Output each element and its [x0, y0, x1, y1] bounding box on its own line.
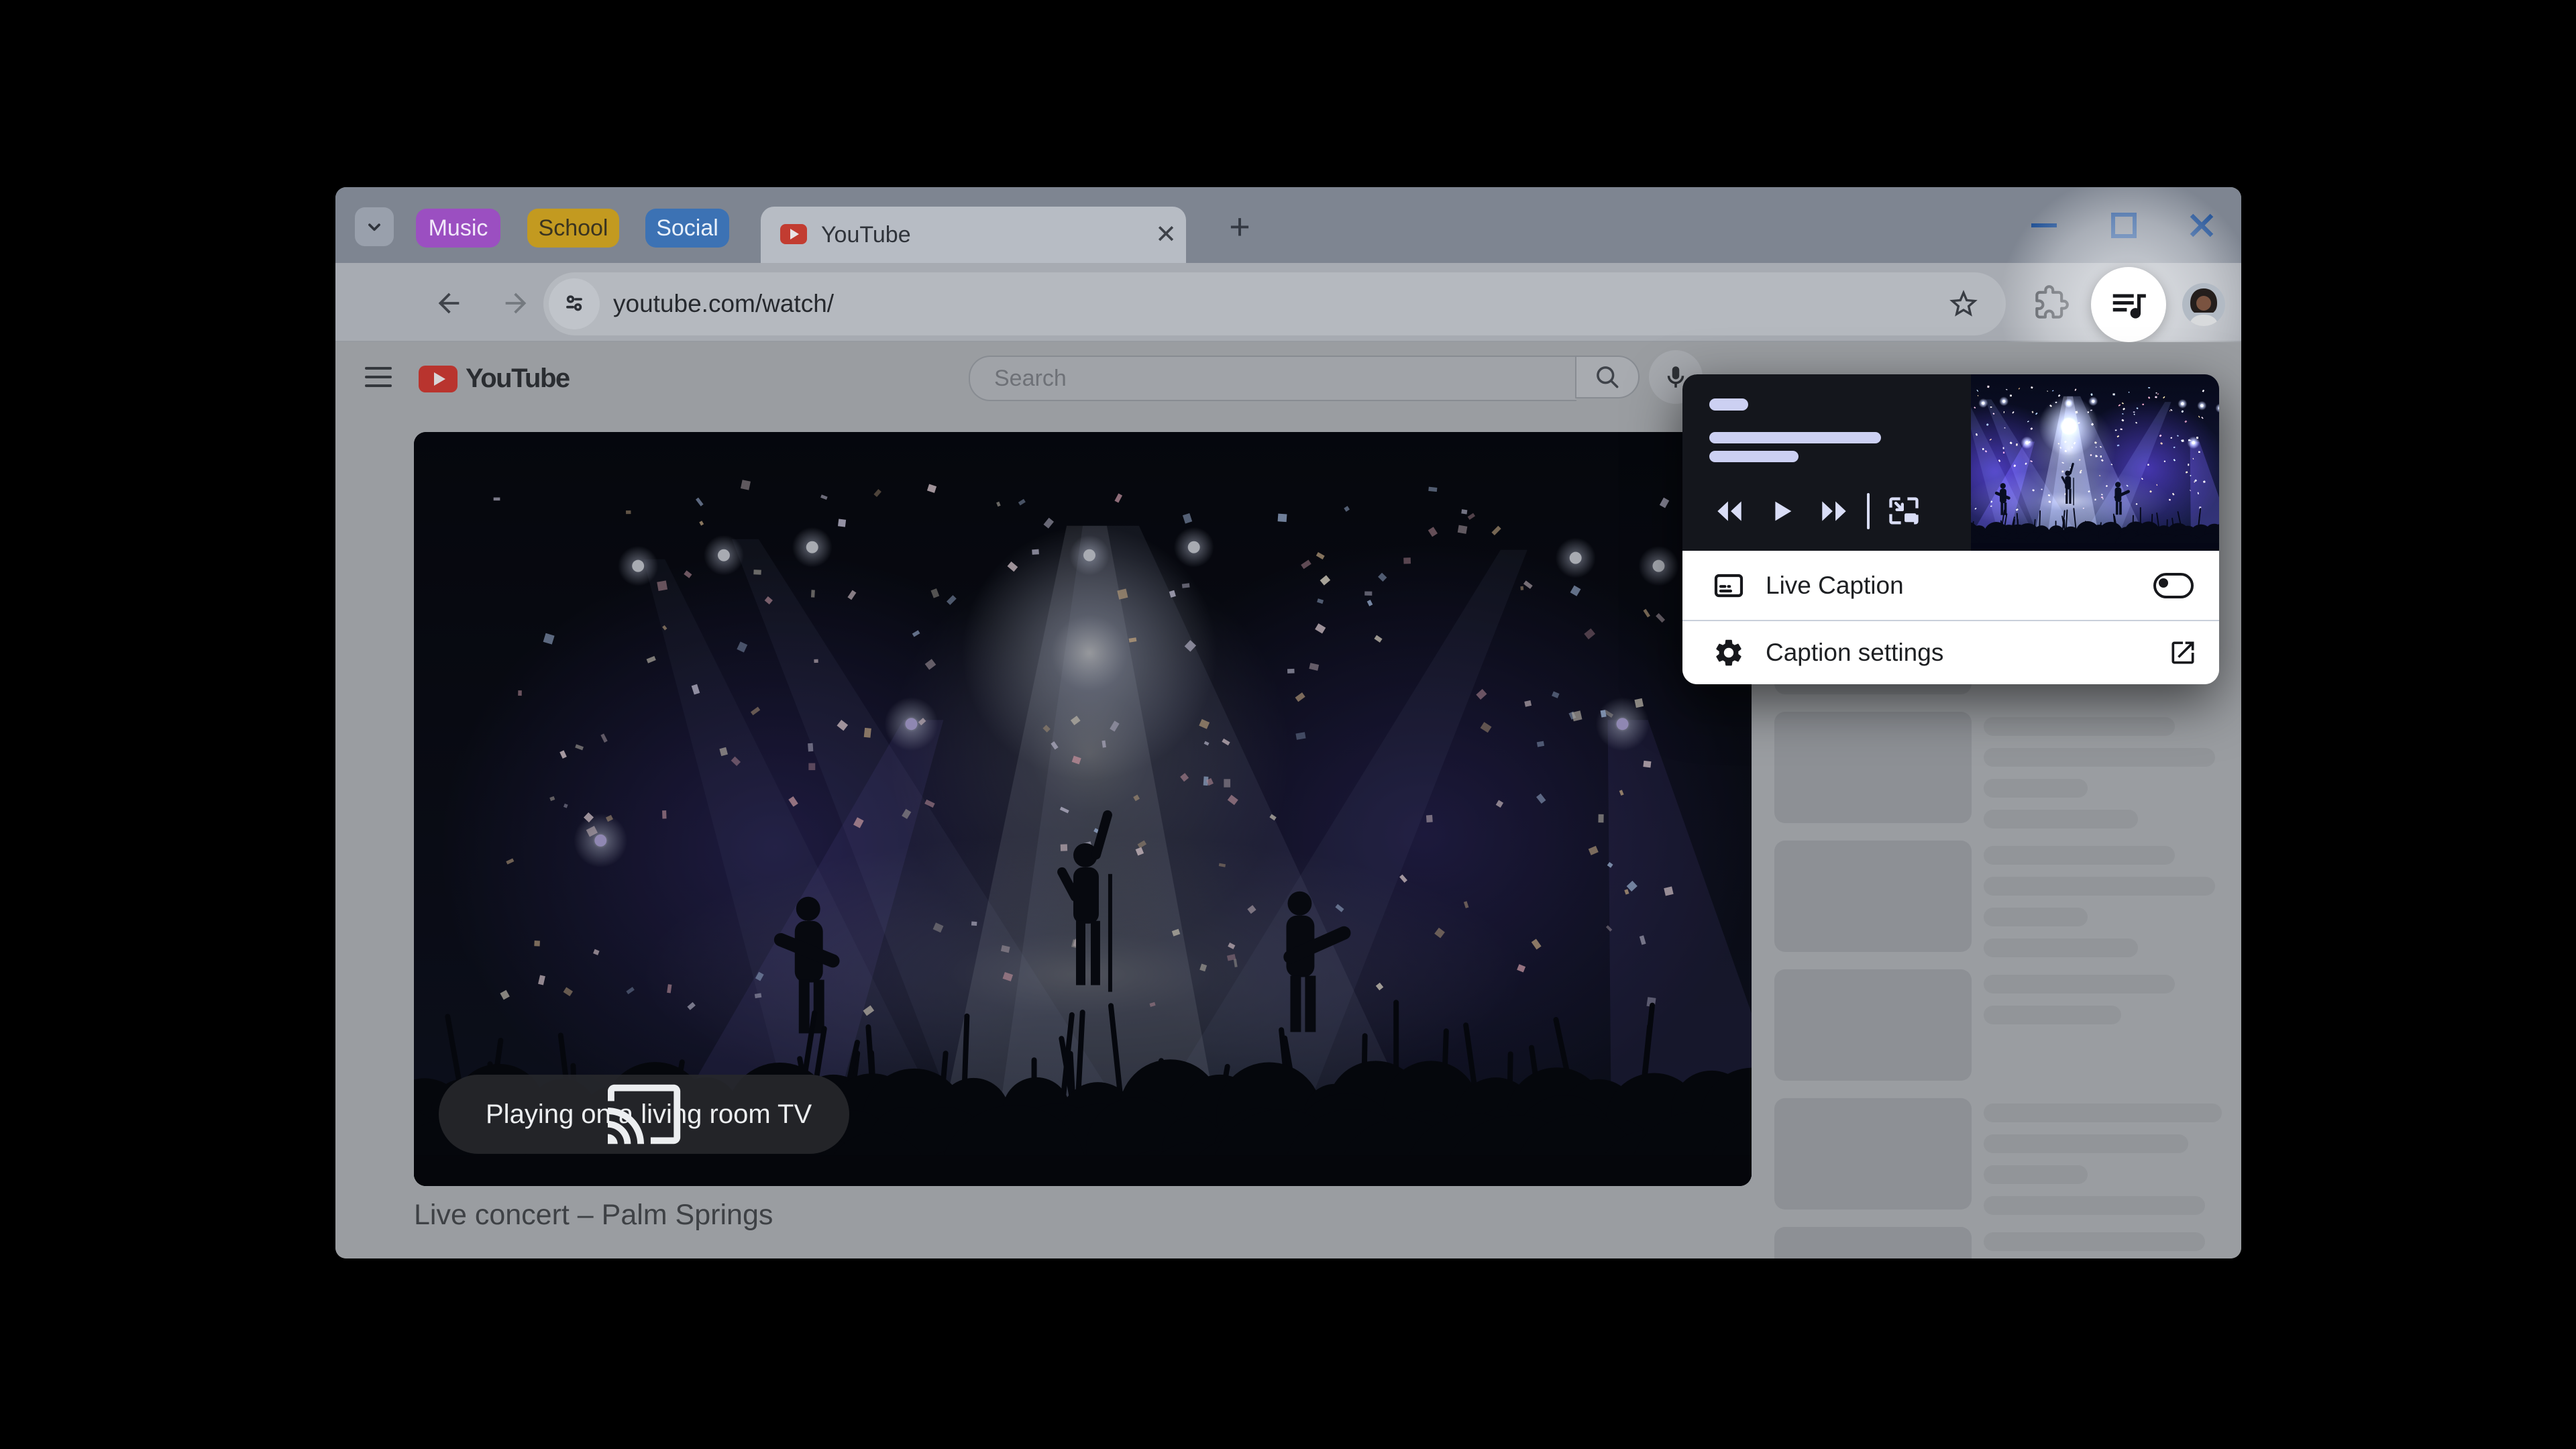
next-track-button[interactable] [1816, 493, 1852, 529]
tab-group-chip-music[interactable]: Music [416, 209, 500, 248]
tune-icon [566, 295, 582, 311]
active-tab[interactable]: YouTube ✕ [761, 207, 1186, 263]
suggested-video-skeleton [1774, 969, 2236, 1081]
tab-close-button[interactable]: ✕ [1154, 222, 1178, 248]
youtube-logo-icon [419, 365, 458, 392]
now-playing-thumbnail [1971, 374, 2219, 551]
puzzle-icon [2035, 285, 2069, 319]
skeleton-text-line [1984, 938, 2138, 957]
picture-in-picture-button[interactable] [1886, 493, 1922, 529]
menu-button[interactable] [365, 362, 394, 392]
profile-avatar[interactable] [2182, 283, 2225, 326]
youtube-wordmark: YouTube [466, 364, 570, 393]
skeleton-thumbnail [1774, 841, 1972, 952]
live-caption-row[interactable]: Live Caption [1682, 551, 2219, 620]
tab-group-chip-social[interactable]: Social [645, 209, 729, 248]
close-window-button[interactable] [2175, 187, 2229, 263]
desktop-background: Music School Social YouTube ✕ + youtube.… [0, 0, 2576, 1449]
skeleton-thumbnail [1774, 1227, 1972, 1258]
maximize-icon [2111, 212, 2137, 238]
track-text-skeleton-pill [1709, 432, 1881, 443]
cast-status-pill: Playing on a living room TV [439, 1075, 850, 1154]
toggle-knob [2159, 578, 2168, 588]
search-icon [1597, 366, 1619, 388]
browser-window: Music School Social YouTube ✕ + youtube.… [335, 187, 2241, 1258]
open-in-new-icon [2171, 641, 2194, 664]
caption-settings-row[interactable]: Caption settings [1682, 621, 2219, 684]
skeleton-text-line [1984, 846, 2175, 865]
suggested-video-skeleton [1774, 841, 2236, 957]
player-dim-overlay [414, 432, 1752, 1186]
skeleton-text-line [1984, 908, 2088, 926]
url-bar[interactable]: youtube.com/watch/ [543, 272, 2006, 335]
skeleton-text-line [1984, 1232, 2205, 1251]
play-button[interactable] [1764, 493, 1800, 529]
tab-search-button[interactable] [355, 207, 394, 246]
new-tab-button[interactable]: + [1222, 209, 1257, 246]
track-text-skeleton-pill [1709, 451, 1799, 462]
media-controls-button[interactable] [2091, 267, 2166, 342]
star-icon [1949, 290, 1978, 317]
youtube-favicon-icon [780, 224, 807, 244]
minimize-button[interactable] [2017, 187, 2071, 263]
rewind-icon [1717, 501, 1741, 521]
youtube-logo[interactable]: YouTube [419, 364, 570, 394]
skeleton-text-line [1984, 717, 2175, 736]
now-playing-card [1682, 374, 2219, 551]
video-title: Live concert – Palm Springs [414, 1199, 773, 1231]
search-button[interactable] [1575, 356, 1640, 398]
skeleton-text-line [1984, 1165, 2088, 1184]
site-settings-button[interactable] [549, 278, 600, 329]
forward-button[interactable] [500, 288, 531, 319]
fast-forward-icon [1822, 501, 1846, 521]
skeleton-text-line [1984, 975, 2175, 994]
video-player[interactable]: Playing on a living room TV [414, 432, 1752, 1186]
tab-group-chip-school[interactable]: School [527, 209, 619, 248]
picture-in-picture-icon [1889, 497, 1919, 525]
extensions-button[interactable] [2034, 285, 2069, 320]
skeleton-text-line [1984, 748, 2215, 767]
back-button[interactable] [433, 288, 464, 319]
skeleton-text-line [1984, 779, 2088, 798]
skeleton-thumbnail [1774, 1098, 1972, 1210]
tab-title: YouTube [821, 221, 911, 248]
skeleton-thumbnail [1774, 969, 1972, 1081]
gear-icon [1716, 639, 1741, 666]
avatar-image [2182, 283, 2225, 326]
live-caption-toggle[interactable] [2153, 572, 2194, 598]
skeleton-text-line [1984, 1196, 2205, 1215]
skeleton-text-line [1984, 1006, 2121, 1024]
suggested-video-skeleton [1774, 712, 2236, 828]
live-caption-label: Live Caption [1766, 571, 1904, 599]
skeleton-text-line [1984, 810, 2138, 828]
back-arrow-icon [438, 292, 460, 314]
bookmark-button[interactable] [1947, 287, 1980, 321]
track-text-skeleton-pill [1709, 398, 1748, 411]
live-caption-icon [1714, 574, 1743, 597]
maximize-button[interactable] [2097, 187, 2151, 263]
url-text: youtube.com/watch/ [613, 290, 835, 317]
controls-divider [1867, 493, 1870, 529]
skeleton-text-line [1984, 1134, 2188, 1153]
previous-track-button[interactable] [1711, 493, 1748, 529]
play-icon [1775, 501, 1792, 521]
tab-strip: Music School Social YouTube ✕ + [335, 187, 2241, 263]
caption-settings-label: Caption settings [1766, 639, 1944, 666]
search-input[interactable] [993, 364, 1532, 392]
search-box [969, 356, 1576, 401]
chevron-down-icon [368, 223, 380, 231]
forward-arrow-icon [505, 292, 527, 314]
suggested-video-skeleton [1774, 1098, 2236, 1215]
close-icon [2190, 213, 2214, 237]
skeleton-thumbnail [1774, 712, 1972, 823]
cast-icon [608, 1084, 681, 1144]
media-controls-popup: Live Caption Caption settings [1682, 374, 2219, 684]
suggested-video-skeleton [1774, 1227, 2236, 1258]
queue-music-icon [2112, 294, 2146, 319]
skeleton-text-line [1984, 877, 2215, 896]
skeleton-text-line [1984, 1104, 2222, 1122]
minimize-icon [2031, 223, 2057, 227]
